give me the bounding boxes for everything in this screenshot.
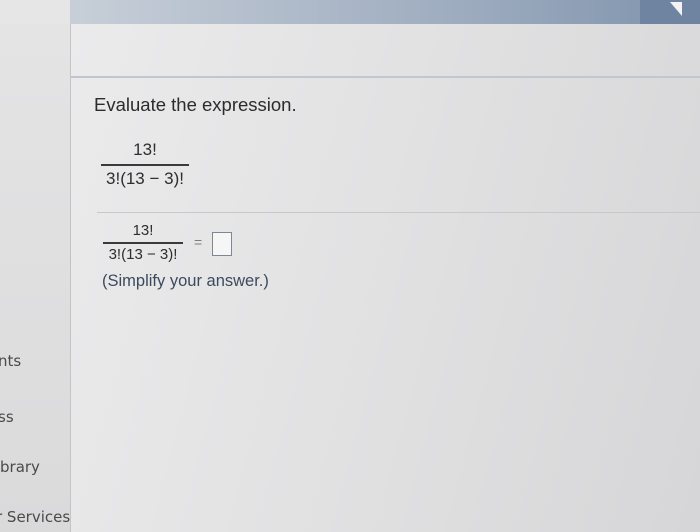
simplify-hint: (Simplify your answer.) [102,272,269,290]
question-panel: Evaluate the expression. 13! 3!(13 − 3)!… [71,24,700,532]
expression-denominator: 3!(13 − 3)! [106,168,184,188]
expression-numerator: 13! [133,140,157,159]
left-nav: nts ss brary r Services [0,24,71,532]
question-instruction: Evaluate the expression. [94,94,297,115]
top-banner [0,0,700,24]
screen: nts ss brary r Services Evaluate the exp… [0,0,700,532]
answer-denominator: 3!(13 − 3)! [108,245,178,263]
answer-numerator: 13! [132,222,154,239]
nav-item-library[interactable]: brary [0,458,40,476]
expression-fraction: 13! 3!(13 − 3)! [101,140,189,189]
top-divider [71,76,700,78]
answer-fraction: 13! 3!(13 − 3)! [103,222,183,263]
top-banner-corner[interactable] [640,0,700,24]
answer-input[interactable] [212,232,232,256]
nav-item-1[interactable]: nts [0,352,21,370]
corner-arrow-icon [670,2,682,16]
section-divider [97,212,700,213]
nav-item-2[interactable]: ss [0,408,14,426]
nav-item-services[interactable]: r Services [0,508,70,526]
equals-sign: = [194,234,203,250]
top-banner-left [0,0,70,24]
